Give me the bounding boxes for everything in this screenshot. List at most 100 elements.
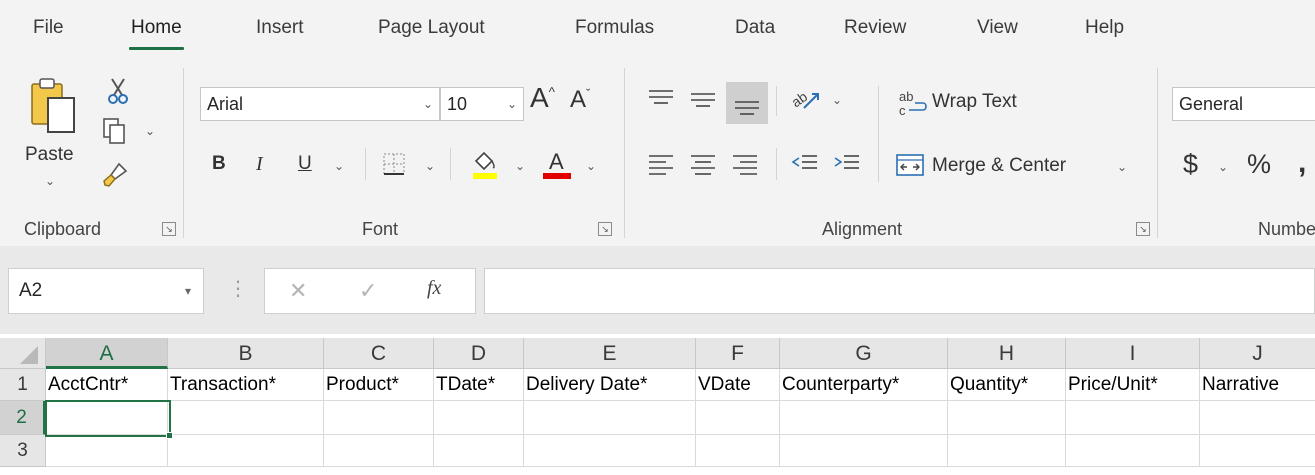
number-format-combo[interactable]: General bbox=[1172, 87, 1315, 121]
underline-button[interactable]: U bbox=[298, 153, 312, 175]
decrease-indent-icon[interactable] bbox=[788, 148, 822, 178]
column-header-f[interactable]: F bbox=[696, 338, 780, 369]
cell-e1[interactable]: Delivery Date* bbox=[524, 369, 696, 401]
fill-handle[interactable] bbox=[166, 432, 173, 439]
font-size-combo[interactable]: 10 ⌄ bbox=[440, 87, 524, 121]
cell-b3[interactable] bbox=[168, 435, 324, 467]
cell-j2[interactable] bbox=[1200, 401, 1315, 435]
column-header-e[interactable]: E bbox=[524, 338, 696, 369]
tab-page-layout[interactable]: Page Layout bbox=[378, 17, 485, 39]
merge-center-icon[interactable] bbox=[894, 150, 926, 180]
align-center-icon[interactable] bbox=[686, 148, 720, 178]
insert-function-icon[interactable]: fx bbox=[427, 277, 441, 300]
cancel-entry-icon[interactable]: ✕ bbox=[289, 278, 307, 304]
name-box[interactable]: A2 ▾ bbox=[8, 268, 204, 314]
tab-insert[interactable]: Insert bbox=[256, 17, 304, 39]
borders-dropdown[interactable]: ⌄ bbox=[425, 159, 435, 173]
cell-i1[interactable]: Price/Unit* bbox=[1066, 369, 1200, 401]
italic-button[interactable]: I bbox=[256, 153, 263, 176]
paste-dropdown[interactable]: ⌄ bbox=[45, 174, 55, 188]
copy-dropdown[interactable]: ⌄ bbox=[145, 124, 155, 138]
cell-c2[interactable] bbox=[324, 401, 434, 435]
cell-i2[interactable] bbox=[1066, 401, 1200, 435]
orientation-dropdown[interactable]: ⌄ bbox=[832, 93, 842, 107]
select-all-corner[interactable] bbox=[0, 338, 46, 369]
cell-d1[interactable]: TDate* bbox=[434, 369, 524, 401]
tab-home[interactable]: Home bbox=[129, 17, 184, 50]
percent-format-button[interactable]: % bbox=[1247, 149, 1271, 180]
cell-e2[interactable] bbox=[524, 401, 696, 435]
cut-icon[interactable] bbox=[104, 76, 132, 106]
confirm-entry-icon[interactable]: ✓ bbox=[359, 278, 377, 304]
row-header-2[interactable]: 2 bbox=[0, 401, 46, 435]
align-bottom-icon[interactable] bbox=[726, 82, 768, 124]
tab-file[interactable]: File bbox=[33, 17, 64, 39]
cell-g2[interactable] bbox=[780, 401, 948, 435]
cell-a1[interactable]: AcctCntr* bbox=[46, 369, 168, 401]
font-color-dropdown[interactable]: ⌄ bbox=[586, 159, 596, 173]
paste-icon[interactable] bbox=[24, 74, 84, 138]
cell-a3[interactable] bbox=[46, 435, 168, 467]
align-top-icon[interactable] bbox=[644, 84, 678, 114]
merge-center-dropdown[interactable]: ⌄ bbox=[1117, 160, 1127, 174]
tab-view[interactable]: View bbox=[977, 17, 1018, 39]
cell-b2[interactable] bbox=[168, 401, 324, 435]
cell-d3[interactable] bbox=[434, 435, 524, 467]
tab-data[interactable]: Data bbox=[735, 17, 775, 39]
column-header-a[interactable]: A bbox=[46, 338, 168, 369]
column-header-c[interactable]: C bbox=[324, 338, 434, 369]
formula-input[interactable] bbox=[484, 268, 1315, 314]
row-header-3[interactable]: 3 bbox=[0, 435, 46, 467]
cell-e3[interactable] bbox=[524, 435, 696, 467]
increase-font-size-icon[interactable]: A^ bbox=[530, 82, 555, 114]
cell-f3[interactable] bbox=[696, 435, 780, 467]
cell-d2[interactable] bbox=[434, 401, 524, 435]
column-header-h[interactable]: H bbox=[948, 338, 1066, 369]
cell-f1[interactable]: VDate bbox=[696, 369, 780, 401]
tab-review[interactable]: Review bbox=[844, 17, 906, 39]
font-launcher-icon[interactable]: ↘ bbox=[598, 222, 612, 236]
paste-button[interactable]: Paste bbox=[25, 144, 74, 166]
column-header-b[interactable]: B bbox=[168, 338, 324, 369]
bold-button[interactable]: B bbox=[212, 153, 226, 175]
column-header-j[interactable]: J bbox=[1200, 338, 1315, 369]
decrease-font-size-icon[interactable]: Aˇ bbox=[570, 86, 590, 114]
font-name-combo[interactable]: Arial ⌄ bbox=[200, 87, 440, 121]
cell-h2[interactable] bbox=[948, 401, 1066, 435]
wrap-text-button[interactable]: Wrap Text bbox=[932, 91, 1017, 113]
clipboard-launcher-icon[interactable]: ↘ bbox=[162, 222, 176, 236]
cell-g1[interactable]: Counterparty* bbox=[780, 369, 948, 401]
row-header-1[interactable]: 1 bbox=[0, 369, 46, 401]
column-header-g[interactable]: G bbox=[780, 338, 948, 369]
formula-bar-grip-icon[interactable]: ⋮ bbox=[228, 276, 248, 301]
cell-h1[interactable]: Quantity* bbox=[948, 369, 1066, 401]
column-header-d[interactable]: D bbox=[434, 338, 524, 369]
increase-indent-icon[interactable] bbox=[830, 148, 864, 178]
comma-style-icon[interactable]: , bbox=[1298, 146, 1306, 180]
alignment-launcher-icon[interactable]: ↘ bbox=[1136, 222, 1150, 236]
tab-formulas[interactable]: Formulas bbox=[575, 17, 654, 39]
cell-i3[interactable] bbox=[1066, 435, 1200, 467]
cell-j1[interactable]: Narrative bbox=[1200, 369, 1315, 401]
format-painter-icon[interactable] bbox=[100, 160, 130, 190]
cell-g3[interactable] bbox=[780, 435, 948, 467]
column-header-i[interactable]: I bbox=[1066, 338, 1200, 369]
copy-icon[interactable] bbox=[100, 116, 130, 146]
font-color-icon[interactable]: A bbox=[540, 146, 574, 182]
orientation-icon[interactable]: ab bbox=[788, 84, 824, 116]
align-right-icon[interactable] bbox=[728, 148, 762, 178]
fill-color-dropdown[interactable]: ⌄ bbox=[515, 159, 525, 173]
cell-b1[interactable]: Transaction* bbox=[168, 369, 324, 401]
cell-j3[interactable] bbox=[1200, 435, 1315, 467]
underline-dropdown[interactable]: ⌄ bbox=[334, 159, 344, 173]
align-middle-icon[interactable] bbox=[686, 84, 720, 114]
merge-center-button[interactable]: Merge & Center bbox=[932, 155, 1066, 177]
tab-help[interactable]: Help bbox=[1085, 17, 1124, 39]
wrap-text-icon[interactable]: ab c bbox=[896, 88, 930, 118]
cell-c1[interactable]: Product* bbox=[324, 369, 434, 401]
cell-c3[interactable] bbox=[324, 435, 434, 467]
fill-color-icon[interactable] bbox=[468, 146, 502, 182]
currency-dropdown[interactable]: ⌄ bbox=[1218, 160, 1228, 174]
borders-icon[interactable] bbox=[380, 150, 408, 178]
currency-format-button[interactable]: $ bbox=[1183, 149, 1198, 180]
